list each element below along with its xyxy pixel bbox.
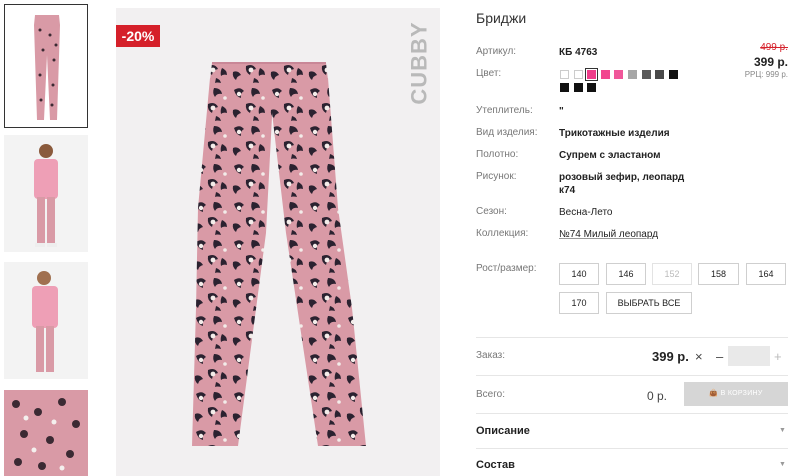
color-swatch[interactable] — [668, 70, 678, 79]
size-140-button[interactable]: 140 — [559, 263, 599, 285]
order-label: Заказ: — [476, 350, 506, 361]
main-product-image[interactable]: -20% CUBBY — [116, 8, 440, 476]
divider — [476, 413, 788, 414]
color-swatch[interactable] — [585, 68, 599, 81]
order-unit-price: 399 р. — [652, 349, 689, 364]
old-price: 499 р. — [760, 42, 788, 53]
size-146-button[interactable]: 146 — [606, 263, 646, 285]
collection-link[interactable]: №74 Милый леопард — [559, 228, 699, 241]
divider — [476, 337, 788, 338]
color-swatch[interactable] — [628, 70, 637, 79]
description-section-toggle[interactable]: Описание — [476, 425, 530, 437]
size-152-button[interactable]: 152 — [652, 263, 692, 285]
color-swatch[interactable] — [641, 70, 651, 79]
fabric-value: Супрем с эластаном — [559, 150, 661, 161]
article-value: КБ 4763 — [559, 47, 598, 58]
cart-icon: 👜 — [709, 390, 721, 397]
leggings-image — [192, 62, 366, 446]
size-label: Рост/размер: — [476, 263, 537, 274]
divider — [476, 375, 788, 376]
size-164-button[interactable]: 164 — [746, 263, 786, 285]
add-to-cart-label: В КОРЗИНУ — [720, 390, 763, 397]
color-swatch[interactable] — [573, 83, 583, 92]
article-label: Артикул: — [476, 46, 517, 57]
product-title: Бриджи — [476, 10, 527, 26]
color-swatch[interactable] — [560, 83, 569, 92]
color-swatch[interactable] — [655, 70, 665, 79]
chevron-down-icon[interactable]: ▼ — [779, 461, 786, 468]
product-info-panel: Бриджи 499 р. 399 р. РРЦ: 999 р. Артикул… — [476, 0, 800, 476]
thumbnail-3[interactable] — [4, 262, 88, 379]
increase-quantity-button[interactable]: + — [774, 349, 782, 364]
times-icon: × — [695, 349, 703, 364]
collection-label: Коллекция: — [476, 228, 529, 239]
current-price: 399 р. — [753, 55, 788, 69]
color-label: Цвет: — [476, 68, 502, 79]
total-value: 0 р. — [647, 389, 668, 403]
season-value: Весна-Лето — [559, 207, 613, 218]
thumbnail-1[interactable] — [4, 4, 88, 128]
select-all-sizes-button[interactable]: ВЫБРАТЬ ВСЕ — [606, 292, 692, 314]
total-label: Всего: — [476, 389, 505, 400]
add-to-cart-button[interactable]: 👜 В КОРЗИНУ — [684, 382, 788, 406]
chevron-down-icon[interactable]: ▼ — [779, 427, 786, 434]
divider — [476, 448, 788, 449]
pattern-label: Рисунок: — [476, 171, 517, 182]
size-170-button[interactable]: 170 — [559, 292, 599, 314]
pattern-value: розовый зефир, леопард к74 — [559, 172, 685, 196]
rrp-price: РРЦ: 999 р. — [744, 70, 788, 79]
decrease-quantity-button[interactable]: – — [716, 349, 723, 364]
color-swatch[interactable] — [573, 70, 583, 79]
color-swatch[interactable] — [560, 70, 569, 79]
thumbnail-4[interactable] — [4, 390, 88, 476]
color-swatch[interactable] — [600, 70, 610, 79]
product-type-label: Вид изделия: — [476, 127, 538, 138]
color-swatch[interactable] — [587, 83, 597, 92]
season-label: Сезон: — [476, 206, 507, 217]
insulation-label: Утеплитель: — [476, 105, 533, 116]
thumbnail-2[interactable] — [4, 135, 88, 252]
composition-section-toggle[interactable]: Состав — [476, 459, 515, 471]
color-swatch[interactable] — [614, 70, 624, 79]
size-158-button[interactable]: 158 — [698, 263, 739, 285]
quantity-input[interactable] — [728, 346, 770, 366]
insulation-value: " — [559, 106, 564, 117]
fabric-label: Полотно: — [476, 149, 519, 160]
product-type-value: Трикотажные изделия — [559, 128, 670, 139]
